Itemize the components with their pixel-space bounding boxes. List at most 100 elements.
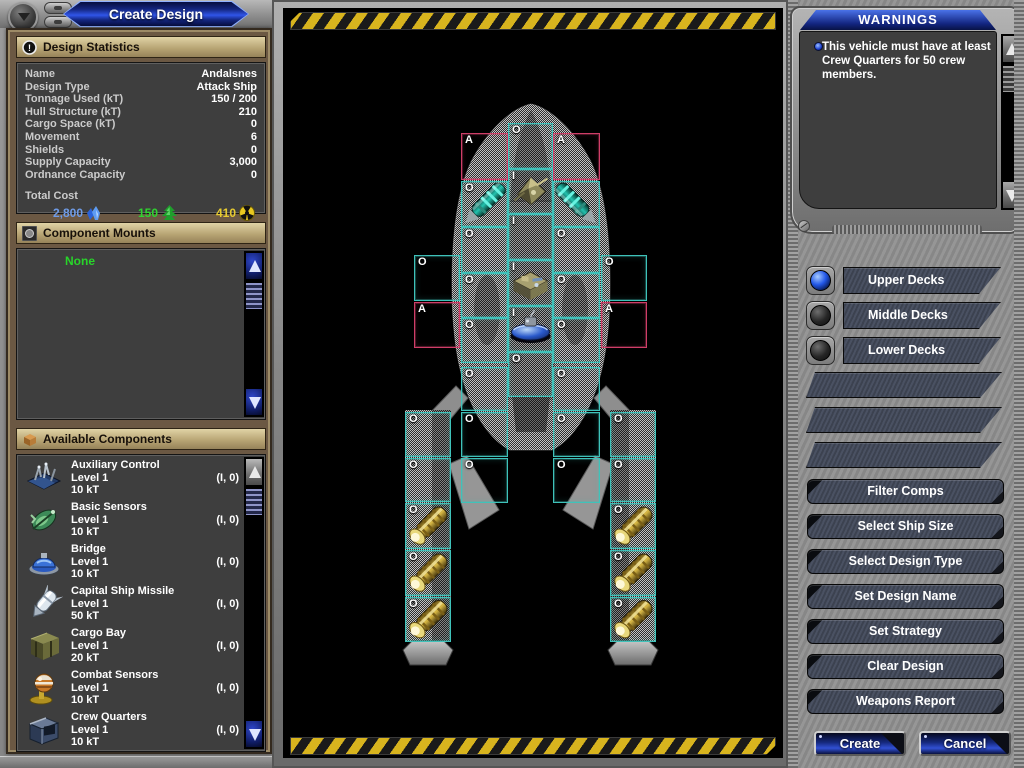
action-button[interactable]: Clear Design bbox=[807, 654, 1004, 679]
ship-slot[interactable]: O bbox=[553, 318, 600, 363]
stat-label: Hull Structure (kT) bbox=[25, 106, 121, 119]
slot-label: O bbox=[409, 504, 418, 516]
component-name: Cargo Bay bbox=[71, 627, 126, 640]
stat-value: 3,000 bbox=[229, 156, 257, 169]
ship-slot[interactable]: O bbox=[610, 550, 656, 596]
component-list-item[interactable]: Auxiliary Control Level 1 10 kT (I, 0) bbox=[19, 457, 243, 499]
mounts-scrollbar bbox=[244, 251, 264, 417]
ship-slot[interactable]: O bbox=[553, 273, 600, 318]
combat-sensors-icon bbox=[25, 669, 63, 707]
ship-slot[interactable]: O bbox=[405, 597, 451, 642]
slot-label: O bbox=[557, 319, 566, 331]
warnings-scroll-down-button[interactable] bbox=[1002, 181, 1020, 209]
ship-slot[interactable]: O bbox=[553, 181, 600, 227]
blank-button-2[interactable] bbox=[806, 407, 1002, 433]
mounts-scroll-down-button[interactable] bbox=[245, 388, 263, 416]
slot-label: A bbox=[605, 303, 613, 315]
deck-button[interactable]: Lower Decks bbox=[843, 337, 1001, 364]
ship-slot[interactable]: O bbox=[461, 181, 508, 227]
warnings-scroll-up-button[interactable] bbox=[1002, 35, 1020, 63]
ship-slot[interactable]: O bbox=[553, 367, 600, 411]
ship-slot[interactable]: O bbox=[461, 458, 508, 503]
ship-slot[interactable]: O bbox=[405, 550, 451, 596]
stat-value: 0 bbox=[251, 118, 257, 131]
component-list-item[interactable]: Bridge Level 1 10 kT (I, 0) bbox=[19, 541, 243, 583]
components-scroll-down-button[interactable] bbox=[245, 720, 263, 748]
deck-radio[interactable] bbox=[806, 266, 835, 295]
components-scroll-thumb[interactable] bbox=[245, 488, 263, 516]
mounts-scroll-thumb[interactable] bbox=[245, 282, 263, 310]
cargo-bay-icon bbox=[25, 627, 63, 665]
ship-slot[interactable]: O bbox=[610, 458, 656, 502]
ship-slot[interactable]: O bbox=[405, 503, 451, 549]
ship-slot[interactable]: O bbox=[414, 255, 460, 301]
action-button[interactable]: Select Ship Size bbox=[807, 514, 1004, 539]
deck-radio[interactable] bbox=[806, 336, 835, 365]
ship-slot[interactable]: O bbox=[461, 318, 508, 363]
window-oval-button-bottom[interactable] bbox=[44, 16, 72, 28]
component-list-item[interactable]: Basic Sensors Level 1 10 kT (I, 0) bbox=[19, 499, 243, 541]
bridge-icon bbox=[25, 543, 63, 581]
component-list-item[interactable]: Crew Quarters Level 1 10 kT (I, 0) bbox=[19, 709, 243, 751]
component-list-item[interactable]: Combat Sensors Level 1 10 kT (I, 0) bbox=[19, 667, 243, 709]
action-button[interactable]: Set Design Name bbox=[807, 584, 1004, 609]
create-button[interactable]: Create bbox=[814, 731, 906, 756]
slot-label: O bbox=[465, 319, 474, 331]
warnings-scroll-thumb[interactable] bbox=[1002, 65, 1020, 93]
ship-slot[interactable]: O bbox=[553, 227, 600, 273]
ship-slot[interactable]: O bbox=[610, 597, 656, 642]
ship-slot[interactable]: O bbox=[610, 503, 656, 549]
left-panel: ! Design Statistics Name Andalsnes Desig… bbox=[6, 28, 272, 754]
ship-slot[interactable]: A bbox=[461, 133, 508, 180]
ship-slot[interactable]: O bbox=[601, 255, 647, 301]
total-cost-label: Total Cost bbox=[25, 190, 257, 203]
slot-label: O bbox=[409, 598, 418, 610]
deck-radio[interactable] bbox=[806, 301, 835, 330]
ship-slot[interactable]: O bbox=[461, 273, 508, 318]
stat-label: Shields bbox=[25, 144, 64, 157]
cancel-button[interactable]: Cancel bbox=[919, 731, 1011, 756]
ship-slot[interactable]: O bbox=[553, 412, 600, 457]
mounts-empty-text: None bbox=[65, 254, 95, 268]
blank-button-3[interactable] bbox=[806, 442, 1002, 468]
slot-label: O bbox=[418, 256, 427, 268]
ship-slot[interactable]: O bbox=[405, 458, 451, 502]
ship-slot[interactable]: O bbox=[508, 123, 553, 169]
action-button[interactable]: Weapons Report bbox=[807, 689, 1004, 714]
ship-slot[interactable]: I bbox=[508, 214, 553, 260]
deck-button[interactable]: Middle Decks bbox=[843, 302, 1001, 329]
stat-label: Movement bbox=[25, 131, 79, 144]
stat-row: Ordnance Capacity 0 bbox=[25, 169, 257, 182]
ship-slot[interactable]: O bbox=[405, 412, 451, 457]
slot-label: A bbox=[557, 134, 565, 146]
action-button[interactable]: Filter Comps bbox=[807, 479, 1004, 504]
warnings-body: This vehicle must have at least Crew Qua… bbox=[799, 31, 997, 209]
ship-slot[interactable]: O bbox=[461, 367, 508, 411]
ship-slot[interactable]: O bbox=[553, 458, 600, 503]
components-scroll-up-button[interactable] bbox=[245, 458, 263, 486]
ship-slot[interactable]: A bbox=[553, 133, 600, 180]
component-size: 50 kT bbox=[71, 610, 174, 623]
ship-slot[interactable]: I bbox=[508, 260, 553, 306]
blank-button-1[interactable] bbox=[806, 372, 1002, 398]
ship-slot[interactable]: A bbox=[601, 302, 647, 348]
stat-value: 0 bbox=[251, 169, 257, 182]
action-button[interactable]: Select Design Type bbox=[807, 549, 1004, 574]
ship-slot[interactable]: O bbox=[461, 227, 508, 273]
component-list-item[interactable]: Cargo Bay Level 1 20 kT (I, 0) bbox=[19, 625, 243, 667]
slot-label: O bbox=[605, 256, 614, 268]
deck-button[interactable]: Upper Decks bbox=[843, 267, 1001, 294]
ship-slot[interactable]: O bbox=[610, 412, 656, 457]
mounts-scroll-up-button[interactable] bbox=[245, 252, 263, 280]
ship-slot[interactable]: I bbox=[508, 169, 553, 214]
ship-slot[interactable]: I bbox=[508, 306, 553, 352]
component-name: Crew Quarters bbox=[71, 711, 147, 724]
action-button[interactable]: Set Strategy bbox=[807, 619, 1004, 644]
stat-row: Design Type Attack Ship bbox=[25, 81, 257, 94]
slot-label: I bbox=[512, 215, 515, 227]
ship-slot[interactable]: O bbox=[461, 412, 508, 457]
slot-label: O bbox=[465, 274, 474, 286]
component-list-item[interactable]: Capital Ship Missile Level 1 50 kT (I, 0… bbox=[19, 583, 243, 625]
ship-slot[interactable]: A bbox=[414, 302, 460, 348]
ship-slot[interactable]: O bbox=[508, 352, 553, 397]
